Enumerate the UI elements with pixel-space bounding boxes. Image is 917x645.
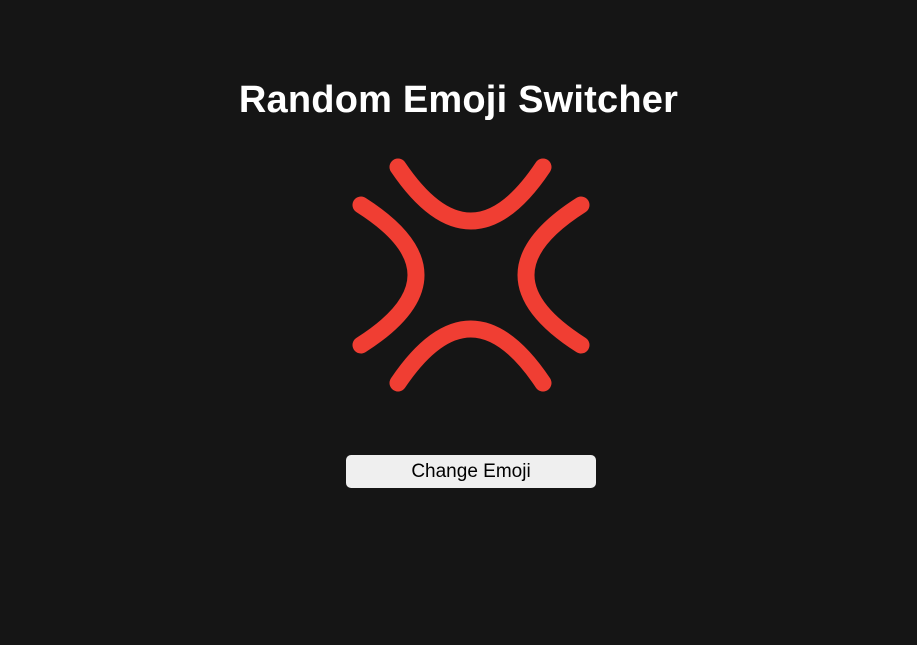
anger-symbol-strokes	[352, 158, 590, 392]
anger-symbol-icon	[351, 155, 591, 395]
page-title: Random Emoji Switcher	[238, 79, 679, 121]
change-emoji-button[interactable]: Change Emoji	[346, 455, 596, 488]
app-page: Random Emoji Switcher Change Emoji	[0, 0, 917, 645]
